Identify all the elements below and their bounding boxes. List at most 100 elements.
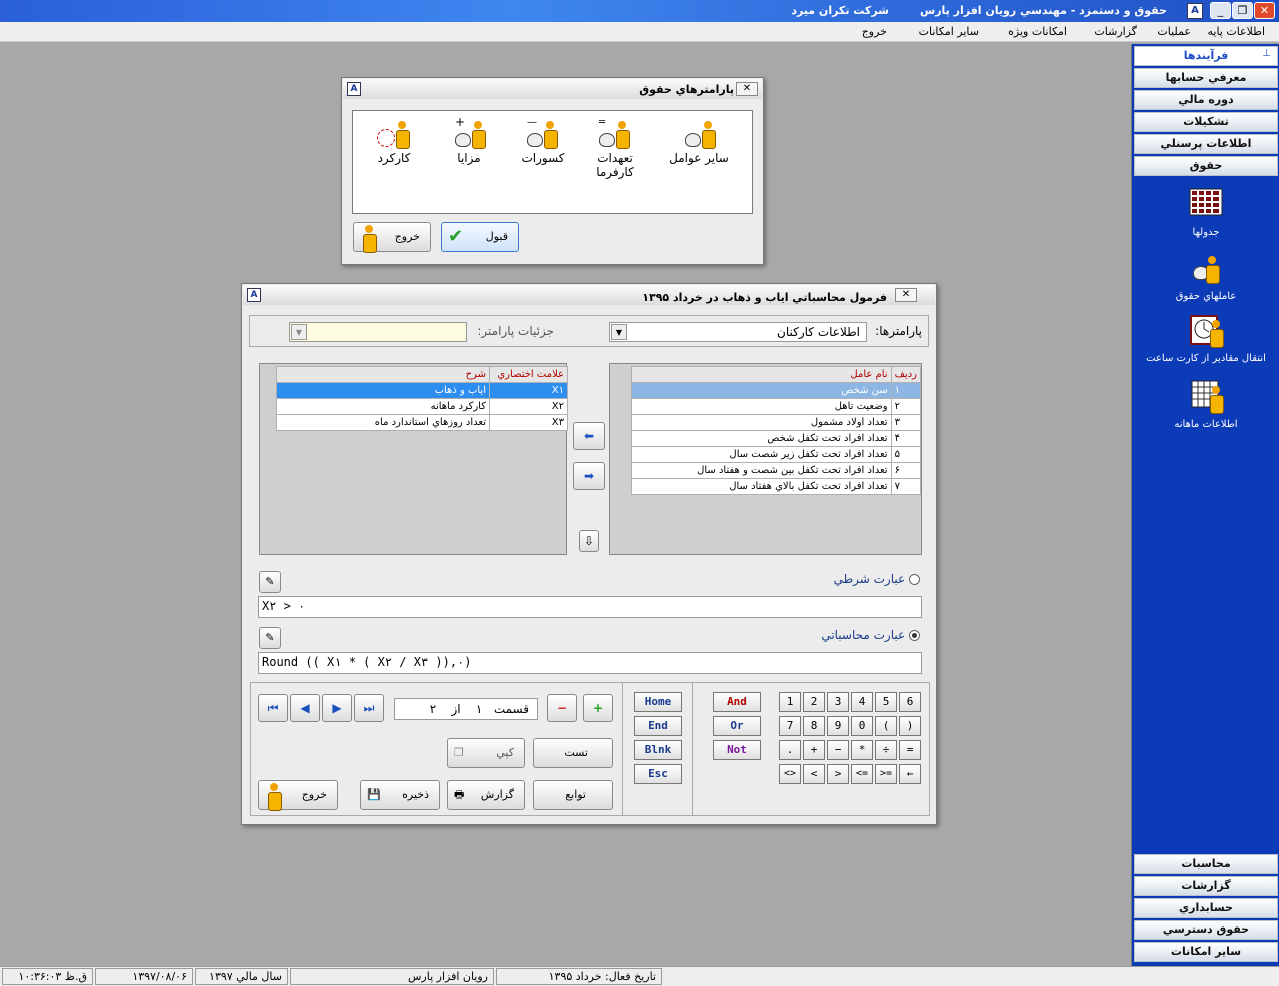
table-row[interactable]: تعداد افراد تحت تكفل بالاي هفتاد سال ۷ bbox=[631, 478, 922, 495]
sidebar-item-accounting[interactable]: حسابداري bbox=[1134, 898, 1278, 918]
key-close-paren[interactable]: ) bbox=[899, 716, 921, 736]
formula-exit-button[interactable]: خروج bbox=[258, 780, 338, 811]
close-window-button[interactable]: ✕ bbox=[1254, 2, 1275, 19]
key-7[interactable]: 7 bbox=[779, 716, 801, 736]
table-row[interactable]: تعداد افراد تحت تكفل بين شصت و هفتاد سال… bbox=[631, 462, 922, 479]
key-esc[interactable]: Esc bbox=[634, 764, 682, 784]
key-backspace[interactable]: ← bbox=[899, 764, 921, 784]
key-6[interactable]: 6 bbox=[899, 692, 921, 712]
test-button[interactable]: تست bbox=[533, 738, 613, 768]
exit-button[interactable]: خروج bbox=[353, 222, 431, 253]
restore-window-button[interactable]: ❐ bbox=[1232, 2, 1253, 19]
key-equals[interactable]: = bbox=[899, 740, 921, 760]
table-row[interactable]: اياب و ذهاب X۱ bbox=[276, 382, 568, 399]
key-multiply[interactable]: * bbox=[851, 740, 873, 760]
tool-timecard-transfer[interactable]: انتقال مقادير از كارت ساعت bbox=[1142, 314, 1270, 365]
key-not[interactable]: Not bbox=[713, 740, 761, 760]
report-button[interactable]: 🖶 گزارش bbox=[447, 780, 525, 810]
key-and[interactable]: And bbox=[713, 692, 761, 712]
key-greater-equal[interactable]: >= bbox=[875, 764, 897, 784]
condition-edit-button[interactable]: ✎ bbox=[259, 571, 281, 593]
key-home[interactable]: Home bbox=[634, 692, 682, 712]
details-select[interactable]: ▼ bbox=[289, 322, 467, 342]
condition-option[interactable]: عبارت شرطي bbox=[834, 572, 920, 586]
key-or[interactable]: Or bbox=[713, 716, 761, 736]
tool-payroll-factors[interactable]: عاملهاي حقوق bbox=[1142, 252, 1270, 303]
prev-section-button[interactable]: ◀ bbox=[290, 694, 320, 722]
menu-other[interactable]: ساير امكانات bbox=[919, 25, 979, 38]
key-5[interactable]: 5 bbox=[875, 692, 897, 712]
sidebar-item-calculations[interactable]: محاسبات bbox=[1134, 854, 1278, 874]
sidebar-item-fiscal[interactable]: دوره مالي bbox=[1134, 90, 1278, 110]
first-section-button[interactable]: ⏮ bbox=[258, 694, 288, 722]
pin-icon[interactable]: ⊥ bbox=[1262, 48, 1271, 59]
key-9[interactable]: 9 bbox=[827, 716, 849, 736]
key-3[interactable]: 3 bbox=[827, 692, 849, 712]
save-button[interactable]: 💾 ذخيره bbox=[360, 780, 440, 810]
key-1[interactable]: 1 bbox=[779, 692, 801, 712]
remove-section-button[interactable]: − bbox=[547, 694, 577, 722]
copy-button[interactable]: ❐ كپي bbox=[447, 738, 525, 768]
key-8[interactable]: 8 bbox=[803, 716, 825, 736]
ok-button[interactable]: ✔ قبول bbox=[441, 222, 519, 252]
key-minus[interactable]: − bbox=[827, 740, 849, 760]
sidebar-item-other[interactable]: ساير امكانات bbox=[1134, 942, 1278, 962]
add-section-button[interactable]: + bbox=[583, 694, 613, 722]
table-row[interactable]: تعداد افراد تحت تكفل زير شصت سال ۵ bbox=[631, 446, 922, 463]
calc-input[interactable]: Round (( X۱ * ( X۲ / X۳ )),۰) bbox=[258, 652, 922, 674]
worktime-item[interactable]: كاركرد bbox=[367, 117, 421, 165]
key-greater[interactable]: > bbox=[827, 764, 849, 784]
minimize-window-button[interactable]: _ bbox=[1210, 2, 1231, 19]
key-less-equal[interactable]: <= bbox=[851, 764, 873, 784]
key-less[interactable]: < bbox=[803, 764, 825, 784]
benefits-item[interactable]: + مزايا bbox=[441, 115, 497, 165]
chevron-down-icon[interactable]: ▼ bbox=[611, 324, 627, 340]
params-select[interactable]: اطلاعات كاركنان ▼ bbox=[609, 322, 867, 342]
sidebar-item-reports[interactable]: گزارشات bbox=[1134, 876, 1278, 896]
sidebar-item-payroll[interactable]: حقوق bbox=[1134, 156, 1278, 176]
functions-button[interactable]: توابع bbox=[533, 780, 613, 810]
menu-exit[interactable]: خروج bbox=[862, 25, 887, 38]
key-divide[interactable]: ÷ bbox=[875, 740, 897, 760]
key-2[interactable]: 2 bbox=[803, 692, 825, 712]
sidebar-item-org[interactable]: تشكيلات bbox=[1134, 112, 1278, 132]
condition-input[interactable]: X۲ > ۰ bbox=[258, 596, 922, 618]
key-dot[interactable]: . bbox=[779, 740, 801, 760]
table-row[interactable]: تعداد روزهاي استاندارد ماه X۳ bbox=[276, 414, 568, 431]
calc-radio[interactable] bbox=[909, 630, 920, 641]
move-down-button[interactable]: ⇩ bbox=[579, 530, 599, 552]
tool-monthly-info[interactable]: اطلاعات ماهانه bbox=[1142, 380, 1270, 431]
move-left-button[interactable]: ⬅ bbox=[573, 422, 605, 450]
table-row[interactable]: وضعيت تاهل ۲ bbox=[631, 398, 922, 415]
tool-tables[interactable]: جدولها bbox=[1142, 188, 1270, 239]
table-row[interactable]: تعداد اولاد مشمول ۳ bbox=[631, 414, 922, 431]
table-row[interactable]: كاركرد ماهانه X۲ bbox=[276, 398, 568, 415]
move-right-button[interactable]: ➡ bbox=[573, 462, 605, 490]
key-0[interactable]: 0 bbox=[851, 716, 873, 736]
key-not-equal[interactable]: <> bbox=[779, 764, 801, 784]
chevron-down-icon[interactable]: ▼ bbox=[291, 324, 307, 340]
key-end[interactable]: End bbox=[634, 716, 682, 736]
condition-radio[interactable] bbox=[909, 574, 920, 585]
menu-base-info[interactable]: اطلاعات پايه bbox=[1207, 25, 1265, 38]
other-factors-item[interactable]: سایر عوامل bbox=[659, 117, 739, 165]
employer-obligations-item[interactable]: ═ تعهدات كارفرما bbox=[585, 117, 645, 179]
menu-reports[interactable]: گزارشات bbox=[1094, 25, 1137, 38]
close-icon[interactable]: ✕ bbox=[736, 82, 758, 96]
sidebar-item-access[interactable]: حقوق دسترسي bbox=[1134, 920, 1278, 940]
table-row[interactable]: سن شخص ۱ bbox=[631, 382, 922, 399]
calc-option[interactable]: عبارت محاسباتي bbox=[821, 628, 920, 642]
key-blank[interactable]: Blnk bbox=[634, 740, 682, 760]
sidebar-item-accounts[interactable]: معرفي حسابها bbox=[1134, 68, 1278, 88]
menu-special[interactable]: امكانات ويژه bbox=[1008, 25, 1067, 38]
key-plus[interactable]: + bbox=[803, 740, 825, 760]
deductions-item[interactable]: — كسورات bbox=[513, 117, 573, 165]
calc-edit-button[interactable]: ✎ bbox=[259, 627, 281, 649]
sidebar-item-personnel[interactable]: اطلاعات پرسنلي bbox=[1134, 134, 1278, 154]
next-section-button[interactable]: ▶ bbox=[322, 694, 352, 722]
menu-operations[interactable]: عمليات bbox=[1157, 25, 1191, 38]
table-row[interactable]: تعداد افراد تحت تكفل شخص ۴ bbox=[631, 430, 922, 447]
last-section-button[interactable]: ⏭ bbox=[354, 694, 384, 722]
key-open-paren[interactable]: ( bbox=[875, 716, 897, 736]
key-4[interactable]: 4 bbox=[851, 692, 873, 712]
